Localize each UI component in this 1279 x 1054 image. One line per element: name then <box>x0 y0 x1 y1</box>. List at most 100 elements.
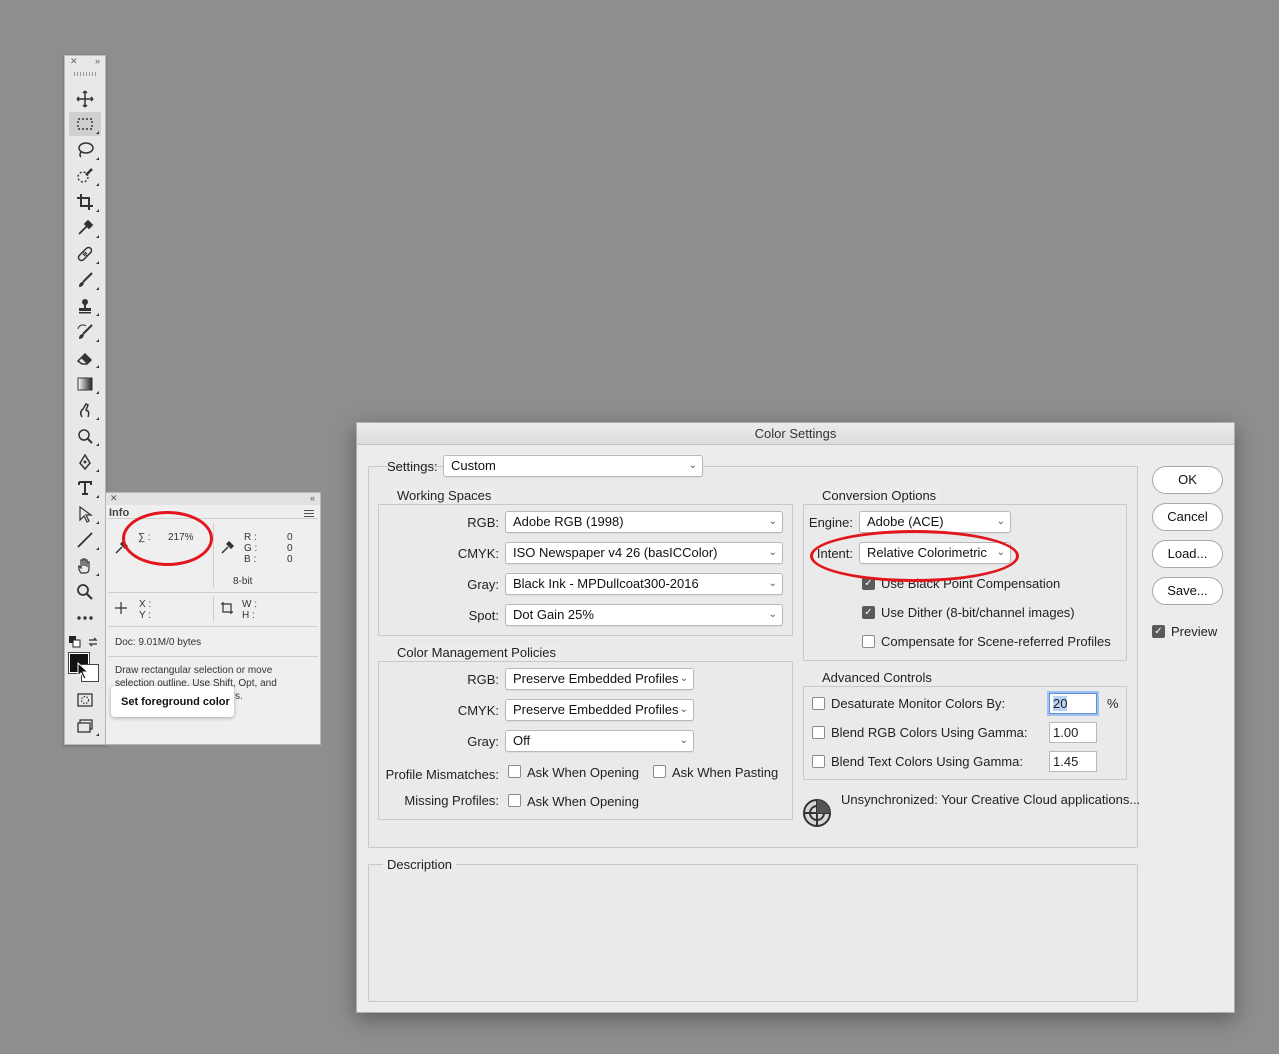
healing-brush-tool[interactable] <box>69 242 101 266</box>
b-value: 0 <box>287 554 293 565</box>
chevron-down-icon: ⌄ <box>679 704 688 715</box>
info-panel-header: ✕ « <box>106 493 320 505</box>
chevron-down-icon: ⌄ <box>768 609 777 620</box>
dodge-icon <box>78 429 93 444</box>
brush-icon <box>79 272 93 287</box>
type-tool[interactable] <box>69 476 101 500</box>
policy-rgb-label: RGB: <box>467 672 499 687</box>
chevron-down-icon: ⌄ <box>679 673 688 684</box>
x-label: X : <box>139 599 152 610</box>
preview-checkbox[interactable]: ✓ <box>1152 625 1165 638</box>
eraser-tool[interactable] <box>69 346 101 370</box>
dodge-tool[interactable] <box>69 424 101 448</box>
ws-gray-dropdown[interactable]: Black Ink - MPDullcoat300-2016 ⌄ <box>505 573 783 595</box>
color-swatch-controls <box>69 636 101 648</box>
brush-tool[interactable] <box>69 268 101 292</box>
crop-tool[interactable] <box>69 190 101 214</box>
close-icon[interactable]: ✕ <box>110 493 118 504</box>
gradient-tool[interactable] <box>69 372 101 396</box>
missing-ask-opening-label: Ask When Opening <box>527 794 640 809</box>
finger-icon <box>79 403 90 418</box>
dither-checkbox[interactable]: ✓ <box>862 606 875 619</box>
chevron-down-icon: ⌄ <box>768 578 777 589</box>
marquee-icon <box>77 118 93 130</box>
panel-menu-icon[interactable] <box>304 510 314 518</box>
blur-tool[interactable] <box>69 398 101 422</box>
quick-mask-icon <box>77 693 93 707</box>
more-icon <box>77 616 93 620</box>
history-brush-tool[interactable] <box>69 320 101 344</box>
settings-label: Settings: <box>387 459 438 474</box>
policy-gray-label: Gray: <box>467 734 499 749</box>
ws-rgb-dropdown[interactable]: Adobe RGB (1998) ⌄ <box>505 511 783 533</box>
ok-button[interactable]: OK <box>1152 466 1223 494</box>
lasso-icon <box>78 142 94 158</box>
rectangular-marquee-tool[interactable] <box>69 112 101 136</box>
more-tools[interactable] <box>69 606 101 630</box>
cancel-button[interactable]: Cancel <box>1152 503 1223 531</box>
screen-mode-button[interactable] <box>69 714 101 738</box>
expand-icon[interactable]: » <box>95 56 100 66</box>
load-button[interactable]: Load... <box>1152 540 1223 568</box>
blend-text-checkbox[interactable] <box>812 755 825 768</box>
mismatch-ask-pasting-label: Ask When Pasting <box>672 765 779 780</box>
g-value: 0 <box>287 543 293 554</box>
g-label: G : <box>244 543 258 554</box>
tool-hint-line3: s. <box>235 691 243 702</box>
settings-value: Custom <box>451 458 496 473</box>
policy-gray-dropdown[interactable]: Off ⌄ <box>505 730 694 752</box>
save-button[interactable]: Save... <box>1152 577 1223 605</box>
desaturate-checkbox[interactable] <box>812 697 825 710</box>
lasso-tool[interactable] <box>69 138 101 162</box>
color-settings-dialog: Color Settings Settings: Custom ⌄ Workin… <box>356 422 1235 1013</box>
blend-text-input[interactable]: 1.45 <box>1049 751 1097 772</box>
close-icon[interactable]: ✕ <box>70 56 78 67</box>
chevron-down-icon: ⌄ <box>679 735 688 746</box>
ws-spot-dropdown[interactable]: Dot Gain 25% ⌄ <box>505 604 783 626</box>
default-colors-icon[interactable] <box>69 636 81 648</box>
ws-cmyk-dropdown[interactable]: ISO Newspaper v4 26 (basICColor) ⌄ <box>505 542 783 564</box>
chevron-down-icon: ⌄ <box>768 516 777 527</box>
ws-rgb-label: RGB: <box>467 515 499 530</box>
mismatch-ask-pasting-checkbox[interactable] <box>653 765 666 778</box>
scene-referred-label: Compensate for Scene-referred Profiles <box>881 634 1111 649</box>
cursor-arrow-icon <box>77 662 90 680</box>
tools-panel: ✕ » <box>64 55 106 745</box>
blend-rgb-checkbox[interactable] <box>812 726 825 739</box>
blend-rgb-input[interactable]: 1.00 <box>1049 722 1097 743</box>
clone-stamp-tool[interactable] <box>69 294 101 318</box>
quick-mask-button[interactable] <box>69 688 101 712</box>
working-spaces-title: Working Spaces <box>393 488 496 503</box>
desaturate-input[interactable]: 20 <box>1049 693 1097 714</box>
dither-label: Use Dither (8-bit/channel images) <box>881 605 1075 620</box>
quick-selection-tool[interactable] <box>69 164 101 188</box>
policy-rgb-dropdown[interactable]: Preserve Embedded Profiles ⌄ <box>505 668 694 690</box>
mismatch-ask-opening-checkbox[interactable] <box>508 765 521 778</box>
w-label: W : <box>242 599 257 610</box>
quick-selection-icon <box>77 168 93 183</box>
blend-text-label: Blend Text Colors Using Gamma: <box>831 754 1023 769</box>
arrow-pointer-icon <box>79 505 93 523</box>
gradient-icon <box>77 377 93 391</box>
panel-grip[interactable] <box>74 72 96 76</box>
hand-tool[interactable] <box>69 554 101 578</box>
move-tool[interactable] <box>69 87 101 111</box>
magnifier-icon <box>77 584 93 600</box>
pen-tool[interactable] <box>69 450 101 474</box>
annotation-circle-intent <box>810 530 1019 582</box>
h-label: H : <box>242 610 255 621</box>
line-tool[interactable] <box>69 528 101 552</box>
swap-colors-icon[interactable] <box>87 636 99 648</box>
settings-dropdown[interactable]: Custom ⌄ <box>443 455 703 477</box>
policy-cmyk-dropdown[interactable]: Preserve Embedded Profiles ⌄ <box>505 699 694 721</box>
zoom-tool[interactable] <box>69 580 101 604</box>
ws-spot-label: Spot: <box>468 608 499 623</box>
profile-mismatches-label: Profile Mismatches: <box>385 767 499 782</box>
collapse-icon[interactable]: « <box>310 493 315 503</box>
chevron-down-icon: ⌄ <box>688 460 697 471</box>
scene-referred-checkbox[interactable] <box>862 635 875 648</box>
eyedropper-tool[interactable] <box>69 216 101 240</box>
path-selection-tool[interactable] <box>69 502 101 526</box>
chevron-down-icon: ⌄ <box>768 547 777 558</box>
missing-ask-opening-checkbox[interactable] <box>508 794 521 807</box>
